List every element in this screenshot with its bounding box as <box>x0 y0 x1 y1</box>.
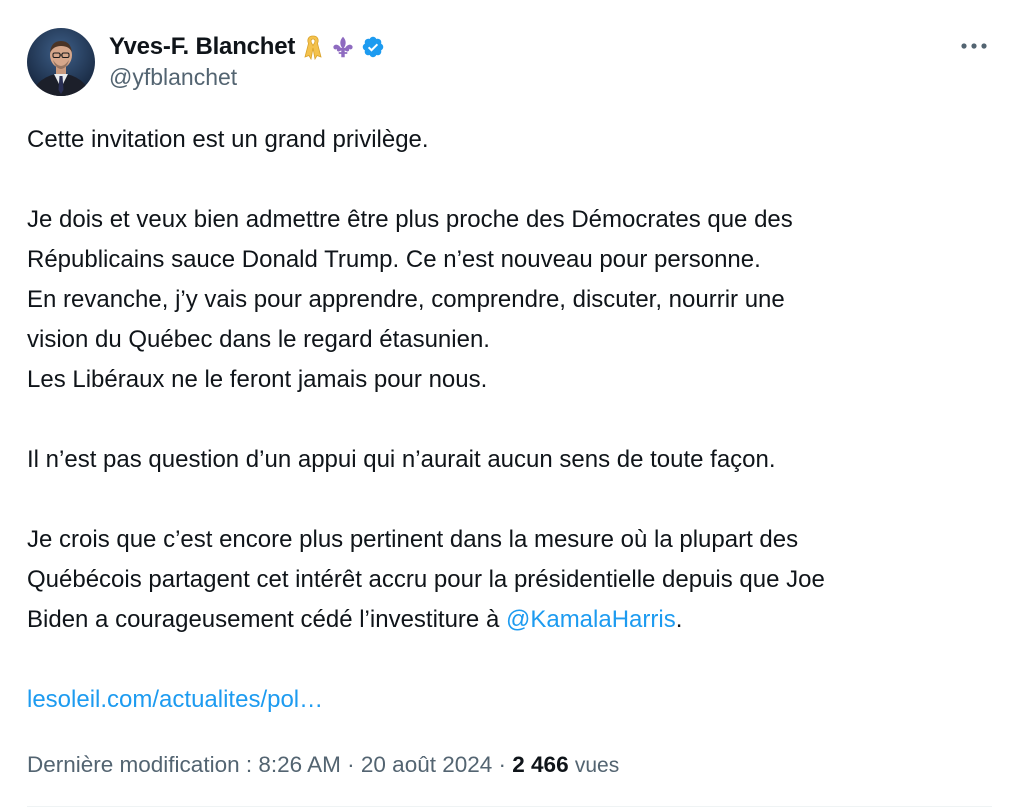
avatar[interactable] <box>27 28 95 96</box>
tweet-line: vision du Québec dans le regard étasunie… <box>27 326 490 353</box>
views-count: 2 466 <box>512 752 569 777</box>
verified-badge-icon[interactable] <box>361 33 385 61</box>
divider <box>27 806 992 807</box>
author-handle[interactable]: @yfblanchet <box>109 64 237 91</box>
tweet-line: Je dois et veux bien admettre être plus … <box>27 206 793 233</box>
more-options-button[interactable] <box>956 32 992 60</box>
author-name-row: Yves-F. Blanchet <box>109 30 385 64</box>
tweet-line-with-mention: Biden a courageusement cédé l’investitur… <box>27 600 1012 640</box>
tweet-line-text: . <box>675 606 683 633</box>
tweet-metadata: Dernière modification : 8:26 AM · 20 aoû… <box>27 745 619 786</box>
tweet-line: Il n’est pas question d’un appui qui n’a… <box>27 446 776 473</box>
fleur-de-lis-icon <box>331 33 355 61</box>
tweet-text: Cette invitation est un grand privilège.… <box>27 120 1012 640</box>
yellow-ribbon-icon <box>301 33 325 61</box>
tweet-line: Québécois partagent cet intérêt accru po… <box>27 566 825 593</box>
tweet-line: Je crois que c’est encore plus pertinent… <box>27 526 799 553</box>
views-label: vues <box>574 754 620 777</box>
modified-timestamp[interactable]: Dernière modification : 8:26 AM · 20 aoû… <box>27 752 512 777</box>
tweet-link-line: lesoleil.com/actualites/pol… <box>27 680 323 720</box>
tweet-card: Yves-F. Blanchet @yfblanchet Cette invit <box>0 0 1028 810</box>
more-dots-icon <box>961 43 987 49</box>
tweet-line: En revanche, j’y vais pour apprendre, co… <box>27 286 785 313</box>
tweet-line: Cette invitation est un grand privilège. <box>27 126 429 153</box>
tweet-line-text: Biden a courageusement cédé l’investitur… <box>27 606 506 633</box>
author-display-name[interactable]: Yves-F. Blanchet <box>109 33 295 61</box>
tweet-line: Les Libéraux ne le feront jamais pour no… <box>27 366 488 393</box>
mention-link[interactable]: @KamalaHarris <box>506 606 676 633</box>
article-link[interactable]: lesoleil.com/actualites/pol… <box>27 686 323 713</box>
tweet-line: Républicains sauce Donald Trump. Ce n’es… <box>27 246 761 273</box>
